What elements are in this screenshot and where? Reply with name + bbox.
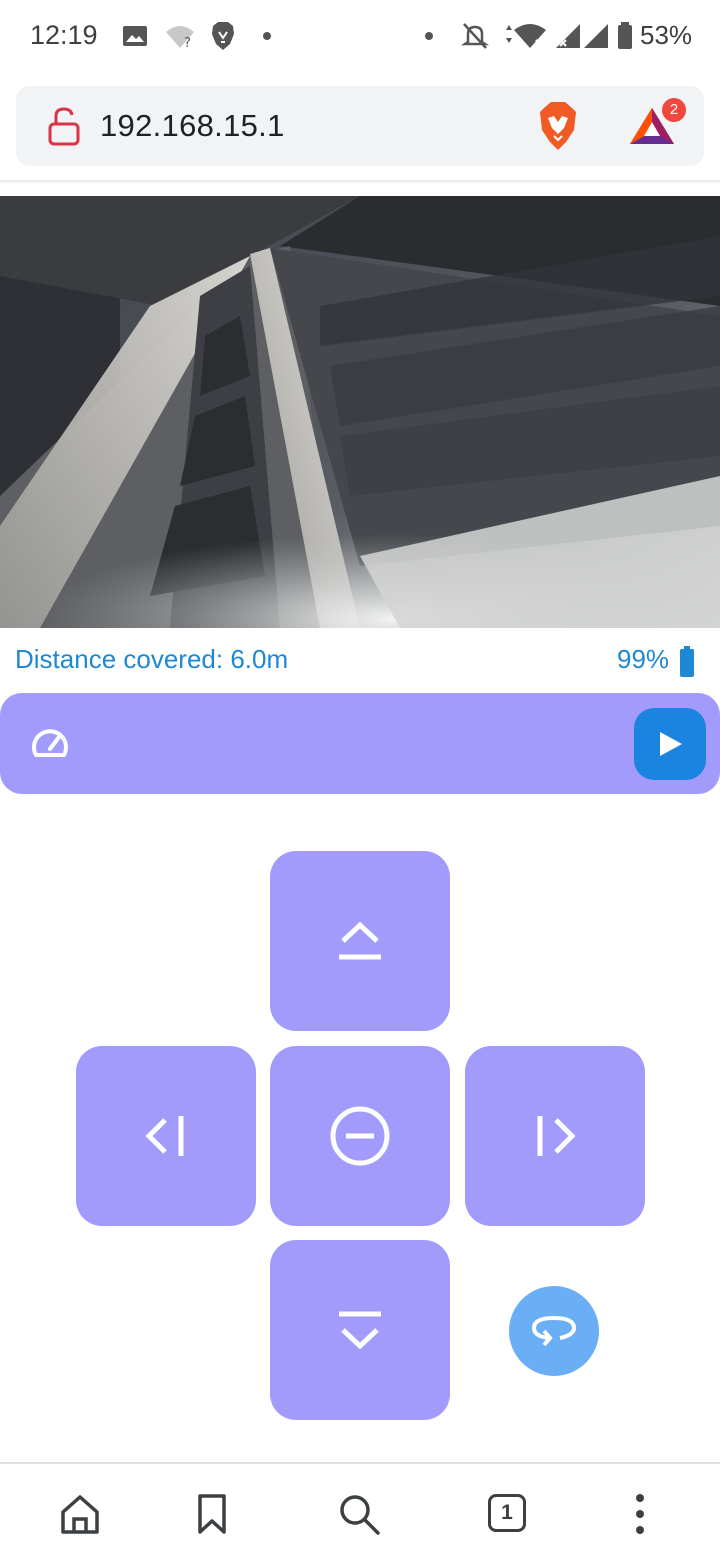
brave-status-icon [212, 22, 234, 50]
speedometer-icon [32, 729, 68, 757]
backward-chevron-icon [339, 1311, 381, 1350]
left-chevron-icon [145, 1116, 184, 1156]
telemetry-row: Distance covered: 6.0m 99% [0, 640, 720, 684]
status-bar: 12:19 ? 53% [0, 0, 720, 72]
search-icon [340, 1495, 380, 1535]
right-button[interactable] [465, 1046, 645, 1226]
status-time: 12:19 [30, 20, 98, 50]
forward-button[interactable] [270, 851, 450, 1031]
home-icon [61, 1495, 99, 1534]
gallery-icon [123, 26, 147, 46]
bottom-navigation: 1 [0, 1462, 720, 1560]
play-icon [660, 732, 682, 756]
battery-readout: 99% [617, 644, 670, 674]
signal-icon [556, 24, 580, 48]
insecure-lock-icon[interactable] [46, 106, 82, 146]
svg-text:?: ? [184, 36, 191, 51]
speed-panel [0, 693, 720, 794]
signal-icon [584, 24, 608, 48]
bookmarks-button[interactable] [190, 1492, 234, 1536]
url-text[interactable]: 192.168.15.1 [100, 108, 285, 144]
bookmark-icon [198, 1494, 226, 1534]
tabs-button[interactable]: 1 [486, 1492, 530, 1536]
menu-icon [636, 1494, 644, 1534]
play-button[interactable] [634, 708, 706, 780]
status-battery: 53% [640, 20, 693, 50]
rotate-icon [531, 1315, 577, 1347]
toolbar-divider [0, 180, 720, 184]
menu-button[interactable] [618, 1492, 662, 1536]
camera-image [0, 196, 720, 628]
stop-button[interactable] [270, 1046, 450, 1226]
stop-circle-icon [330, 1106, 390, 1166]
wifi-data-icon [506, 24, 546, 49]
home-button[interactable] [58, 1492, 102, 1536]
backward-button[interactable] [270, 1240, 450, 1420]
right-chevron-icon [537, 1116, 576, 1156]
forward-chevron-icon [339, 921, 381, 960]
wifi-unknown-icon: ? [166, 26, 194, 51]
rewards-badge: 2 [662, 98, 686, 122]
search-button[interactable] [337, 1492, 381, 1536]
distance-readout: Distance covered: 6.0m [15, 644, 289, 674]
camera-feed [0, 196, 720, 628]
brave-shields-icon[interactable] [536, 100, 580, 152]
battery-icon [680, 646, 694, 677]
do-not-disturb-icon [460, 23, 490, 49]
left-button[interactable] [76, 1046, 256, 1226]
notification-dot-icon [425, 32, 433, 40]
rotate-button[interactable] [509, 1286, 599, 1376]
battery-status-icon [618, 22, 632, 49]
address-bar[interactable]: 192.168.15.1 2 [16, 86, 704, 166]
notification-dot-icon [263, 32, 271, 40]
tabs-icon: 1 [488, 1494, 526, 1532]
